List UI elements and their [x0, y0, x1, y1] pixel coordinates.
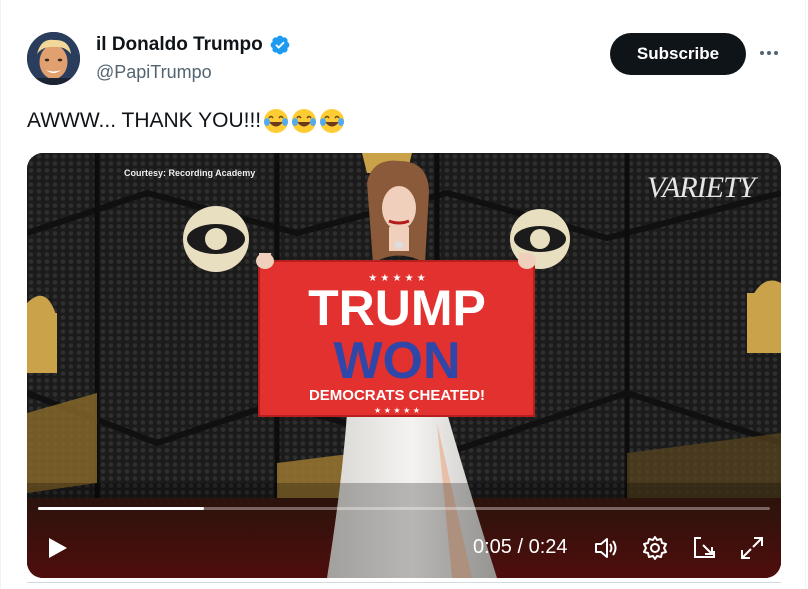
video-progress-bar[interactable] [38, 507, 770, 510]
face-with-tears-of-joy-icon [320, 109, 345, 133]
face-with-tears-of-joy-icon [264, 109, 289, 133]
flag-line-3: DEMOCRATS CHEATED! [309, 387, 485, 404]
subscribe-button[interactable]: Subscribe [610, 33, 746, 75]
author-handle[interactable]: @PapiTrumpo [96, 62, 212, 83]
flag-line-1: TRUMP [308, 280, 486, 336]
more-horizontal-icon[interactable] [758, 42, 780, 64]
flag-line-2: WON [333, 332, 460, 390]
settings-icon[interactable] [642, 535, 668, 561]
video-progress-fill [38, 507, 205, 510]
author-display-name[interactable]: il Donaldo Trumpo [96, 34, 263, 56]
play-icon[interactable] [45, 536, 69, 560]
fullscreen-icon[interactable] [739, 535, 765, 561]
video-player[interactable]: ★ ★ ★ ★ ★ TRUMP WON DEMOCRATS CHEATED! ★… [27, 153, 781, 578]
avatar[interactable] [27, 32, 80, 85]
video-time: 0:05 / 0:24 [473, 536, 568, 558]
verified-badge-icon [270, 35, 290, 55]
tweet-text: AWWW... THANK YOU!!! [27, 109, 262, 132]
video-frame: ★ ★ ★ ★ ★ TRUMP WON DEMOCRATS CHEATED! ★… [27, 153, 781, 578]
face-with-tears-of-joy-icon [292, 109, 317, 133]
variety-logo: VARIETY [647, 171, 755, 204]
volume-icon[interactable] [593, 535, 619, 561]
pop-out-icon[interactable] [691, 535, 717, 561]
video-watermark: Courtesy: Recording Academy [124, 168, 256, 178]
flag-stars-bottom: ★ ★ ★ ★ ★ [374, 406, 420, 415]
tweet-body: AWWW... THANK YOU!!! [27, 108, 345, 134]
